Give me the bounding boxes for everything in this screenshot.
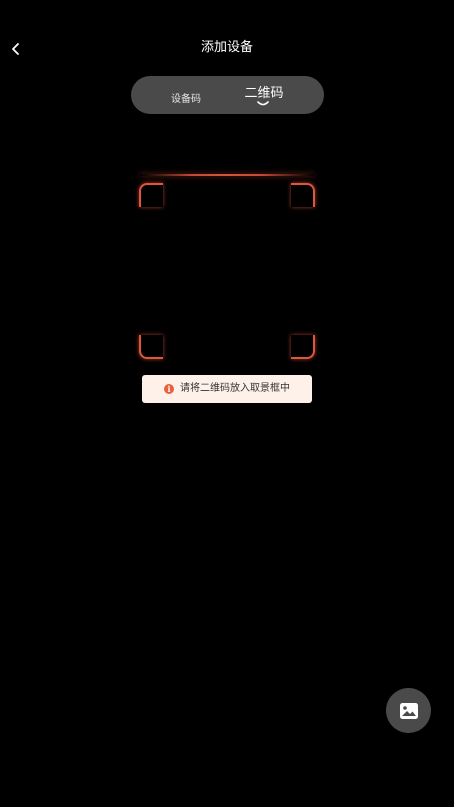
tab-qr-code[interactable]: 二维码 (229, 76, 299, 114)
image-icon (399, 702, 418, 719)
scan-frame-corner-top-left (139, 183, 163, 207)
tab-active-indicator (257, 101, 269, 106)
page-title: 添加设备 (200, 40, 253, 55)
tab-device-code[interactable]: 设备码 (149, 76, 223, 114)
tab-switcher: 设备码 二维码 (131, 76, 324, 114)
scan-hint: i 请将二维码放入取景框中 (142, 375, 312, 403)
scan-hint-text: 请将二维码放入取景框中 (180, 383, 290, 394)
gallery-button[interactable] (386, 688, 431, 733)
scan-frame-corner-top-right (291, 183, 315, 207)
scan-frame (139, 183, 315, 359)
scan-frame-corner-bottom-left (139, 335, 163, 359)
scan-frame-corner-bottom-right (291, 335, 315, 359)
scan-line (140, 174, 314, 176)
info-icon: i (164, 384, 174, 394)
